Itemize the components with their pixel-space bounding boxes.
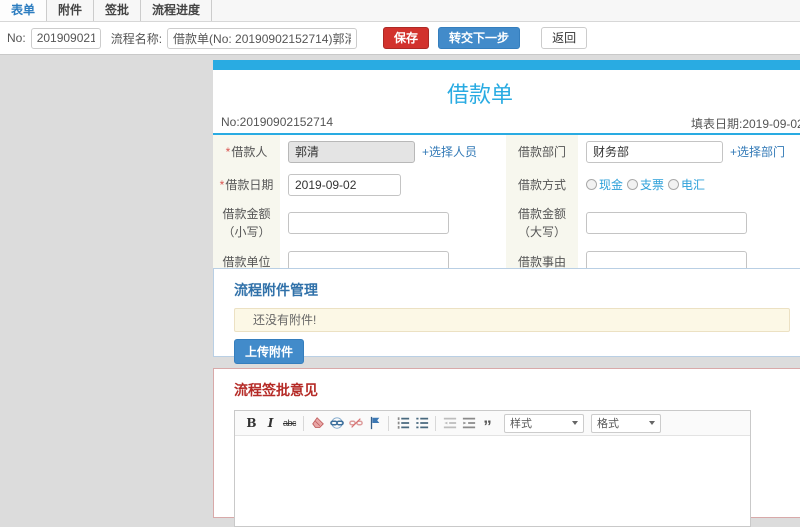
upload-attachment-button[interactable]: 上传附件: [234, 339, 305, 364]
radio-circle-icon[interactable]: [668, 179, 680, 190]
borrower-input[interactable]: [288, 140, 415, 163]
process-name-input[interactable]: [167, 27, 358, 49]
approval-section: 流程签批意见 B I abc ” 样式 格式: [213, 368, 800, 527]
outdent-icon[interactable]: [441, 415, 458, 432]
field-label-amount-lower: 借款金额（小写）: [213, 201, 280, 245]
radio-cash[interactable]: 现金: [586, 176, 623, 193]
loan-form-table: *借款人 +选择人员 借款部门 +选择部门 *借款日期 借款方式 现金 支票 电…: [213, 135, 800, 278]
tab-bar: 表单 附件 签批 流程进度: [0, 0, 800, 22]
radio-circle-icon[interactable]: [627, 179, 639, 190]
editor-content-area[interactable]: [235, 436, 750, 526]
field-amount-lower: [280, 201, 506, 245]
select-person-link[interactable]: +选择人员: [422, 143, 477, 160]
required-asterisk: *: [219, 177, 225, 192]
field-loan-date: [280, 168, 506, 201]
rich-text-editor: B I abc ” 样式 格式: [234, 410, 751, 527]
page-title: 借款单: [446, 82, 513, 107]
style-dropdown-label: 样式: [510, 418, 532, 430]
approval-section-title: 流程签批意见: [234, 382, 318, 398]
field-amount-upper: [578, 201, 800, 245]
toolbar-separator: [435, 415, 436, 431]
chevron-down-icon: [572, 421, 578, 425]
radio-circle-icon[interactable]: [586, 179, 597, 190]
editor-toolbar: B I abc ” 样式 格式: [235, 411, 750, 436]
unlink-icon[interactable]: [347, 415, 364, 432]
form-toolbar: No: 流程名称: 保存 转交下一步 返回: [0, 22, 800, 55]
field-borrower: +选择人员: [280, 135, 506, 168]
field-label-department: 借款部门: [506, 135, 578, 168]
attachments-section-title: 流程附件管理: [234, 282, 318, 298]
field-label-borrower: *借款人: [213, 135, 280, 168]
style-dropdown[interactable]: 样式: [504, 413, 584, 433]
numbered-list-icon[interactable]: [394, 415, 411, 432]
format-dropdown-label: 格式: [597, 418, 619, 430]
amount-lowercase-input[interactable]: [288, 212, 449, 234]
bold-icon[interactable]: B: [243, 415, 260, 432]
anchor-icon[interactable]: [366, 415, 383, 432]
accent-bar: [213, 60, 800, 70]
toolbar-separator: [303, 415, 304, 431]
field-department: +选择部门: [578, 135, 800, 168]
amount-uppercase-input[interactable]: [586, 212, 747, 234]
radio-wire[interactable]: 电汇: [668, 176, 705, 193]
form-date-text: 填表日期:2019-09-02 15:27:1: [691, 117, 800, 131]
process-name-label: 流程名称:: [110, 31, 163, 46]
toolbar-separator: [388, 415, 389, 431]
blockquote-icon[interactable]: ”: [479, 415, 496, 435]
remove-format-icon[interactable]: [309, 415, 326, 432]
loan-date-input[interactable]: [288, 173, 401, 196]
tab-approval[interactable]: 签批: [94, 0, 142, 21]
next-step-button[interactable]: 转交下一步: [438, 27, 521, 49]
form-meta-row: No:20190902152714 填表日期:2019-09-02 15:27:…: [213, 112, 800, 133]
tab-form[interactable]: 表单: [0, 0, 48, 21]
department-input[interactable]: [586, 140, 723, 163]
format-dropdown[interactable]: 格式: [591, 413, 661, 433]
form-no-text: No:20190902152714: [221, 115, 334, 129]
radio-check[interactable]: 支票: [627, 176, 664, 193]
select-department-link[interactable]: +选择部门: [730, 143, 785, 160]
field-label-method: 借款方式: [506, 168, 578, 201]
field-label-amount-upper: 借款金额（大写）: [506, 201, 578, 245]
required-asterisk: *: [225, 144, 231, 159]
tab-attachments[interactable]: 附件: [47, 0, 95, 21]
strikethrough-icon[interactable]: abc: [281, 415, 298, 432]
no-label: No:: [7, 31, 26, 45]
link-icon[interactable]: [328, 415, 345, 432]
chevron-down-icon: [649, 421, 655, 425]
field-method: 现金 支票 电汇: [578, 168, 800, 201]
bullet-list-icon[interactable]: [413, 415, 430, 432]
field-label-loan-date: *借款日期: [213, 168, 280, 201]
save-button[interactable]: 保存: [383, 27, 430, 49]
back-button[interactable]: 返回: [541, 27, 588, 49]
attachments-section: 流程附件管理 还没有附件! 上传附件: [213, 268, 800, 364]
loan-form-card: 借款单 No:20190902152714 填表日期:2019-09-02 15…: [213, 60, 800, 280]
tab-process-progress[interactable]: 流程进度: [141, 0, 213, 21]
italic-icon[interactable]: I: [262, 415, 279, 432]
indent-icon[interactable]: [460, 415, 477, 432]
loan-method-radio-group: 现金 支票 电汇: [586, 176, 709, 193]
no-input[interactable]: [30, 27, 101, 49]
no-attachments-alert: 还没有附件!: [234, 308, 790, 332]
top-header: 表单 附件 签批 流程进度 No: 流程名称: 保存 转交下一步 返回: [0, 0, 800, 55]
